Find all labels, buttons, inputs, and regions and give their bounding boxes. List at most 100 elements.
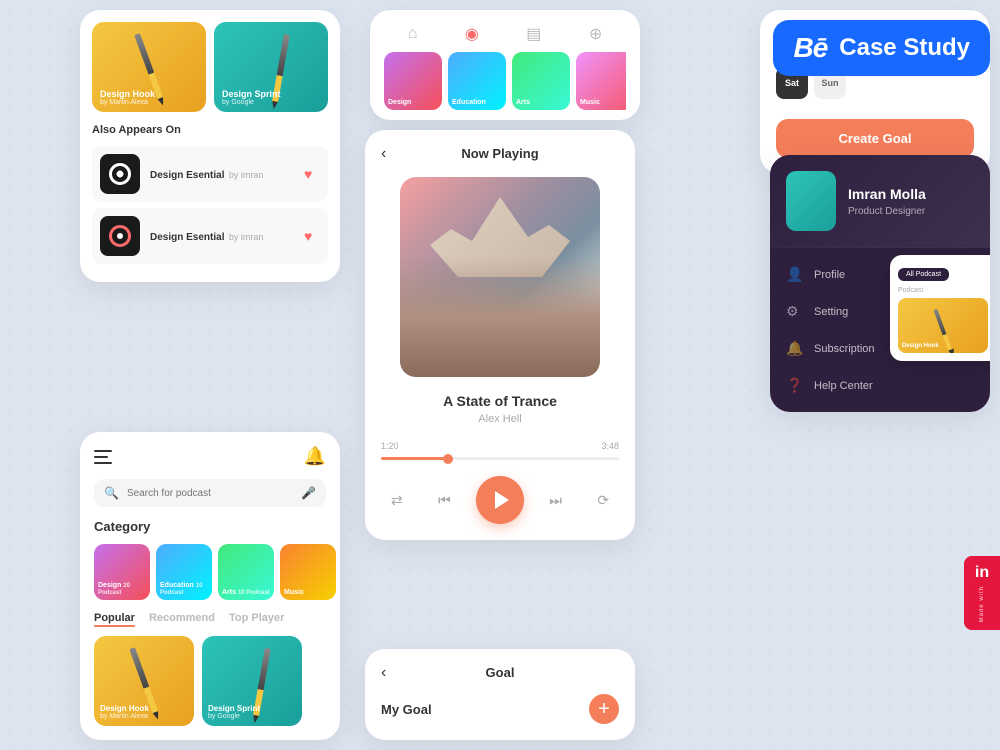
menu-label-help: Help Center — [814, 380, 873, 392]
cat-arts[interactable]: Arts — [512, 52, 570, 110]
help-icon: ❓ — [786, 377, 804, 394]
back-button[interactable]: ‹ — [381, 145, 386, 163]
settings-icon[interactable]: ⊕ — [589, 24, 602, 44]
featured-thumb-2[interactable]: Design Sprint by Google — [202, 636, 302, 726]
cat-education[interactable]: Education — [448, 52, 506, 110]
invision-text: Made with — [979, 586, 985, 622]
tab-top-player[interactable]: Top Player — [229, 612, 284, 624]
song-artist: Alex Hell — [381, 413, 619, 425]
create-goal-button[interactable]: Create Goal — [776, 119, 974, 158]
progress-bar[interactable] — [381, 457, 619, 460]
total-time: 3:48 — [601, 441, 619, 451]
profile-info: Imran Molla Product Designer — [848, 186, 926, 217]
podcast-header: 🔔 — [94, 446, 326, 467]
music-player-card: ‹ Now Playing A State of Trance Alex Hel… — [365, 130, 635, 540]
mic-icon[interactable]: 🎤 — [301, 486, 316, 500]
bell-icon[interactable]: 🔔 — [304, 446, 326, 467]
heart-icon[interactable]: ♥ — [304, 228, 320, 244]
mini-tag[interactable]: All Podcast — [898, 268, 949, 281]
pod-cat-music[interactable]: Music — [280, 544, 336, 600]
list-item[interactable]: Design Esential by imran ♥ — [92, 208, 328, 264]
progress-dot[interactable] — [443, 454, 453, 464]
category-nav: ⌂ ◉ ▤ ⊕ — [384, 20, 626, 52]
song-name: A State of Trance — [381, 393, 619, 409]
heart-icon[interactable]: ♥ — [304, 166, 320, 182]
featured-thumbnails: Design Hook by Martin Alexa Design Sprin… — [92, 22, 328, 112]
search-icon: 🔍 — [104, 486, 119, 500]
settings-icon: ⚙ — [786, 303, 804, 320]
mountain-base — [400, 257, 600, 377]
behance-badge: Bē Case Study — [773, 20, 990, 76]
subscription-icon: 🔔 — [786, 340, 804, 357]
add-goal-button[interactable]: + — [589, 694, 619, 724]
loop-button[interactable]: ⟳ — [587, 484, 619, 516]
menu-label-setting: Setting — [814, 306, 848, 318]
podcast-featured-thumbs: Design Hook by Martin Alexa Design Sprin… — [94, 636, 326, 726]
album-art — [400, 177, 600, 377]
my-goal-row: My Goal + — [381, 694, 619, 724]
mini-right-card: All Podcast Podcast Design Hook — [890, 255, 990, 361]
menu-label-subscription: Subscription — [814, 343, 875, 355]
profile-role: Product Designer — [848, 206, 926, 217]
progress-times: 1:20 3:48 — [381, 441, 619, 451]
profile-name: Imran Molla — [848, 186, 926, 202]
invision-badge: in Made with — [964, 556, 1000, 630]
search-input[interactable] — [127, 488, 293, 499]
next-button[interactable]: ⏭ — [540, 484, 572, 516]
mini-thumb[interactable]: Design Hook — [898, 298, 988, 353]
play-button[interactable] — [476, 476, 523, 524]
album-thumb-2 — [100, 216, 140, 256]
search-bar[interactable]: 🔍 🎤 — [94, 479, 326, 507]
design-hook-thumb[interactable]: Design Hook by Martin Alexa — [92, 22, 206, 112]
profile-card: Imran Molla Product Designer All Podcast… — [770, 155, 990, 412]
tab-recommend[interactable]: Recommend — [149, 612, 215, 624]
category-icon[interactable]: ◉ — [465, 24, 479, 44]
pod-cat-arts[interactable]: Arts 10 Podcast — [218, 544, 274, 600]
progress-area: 1:20 3:48 — [381, 441, 619, 460]
shuffle-button[interactable]: ⇄ — [381, 484, 413, 516]
mini-sub-label: Podcast — [898, 287, 990, 294]
progress-fill — [381, 457, 448, 460]
popular-tabs: Popular Recommend Top Player — [94, 612, 326, 624]
menu-item-help[interactable]: ❓ Help Center — [770, 367, 990, 404]
thumb1-label: Design Hook by Martin Alexa — [100, 89, 155, 106]
category-label: Category — [94, 519, 326, 534]
current-time: 1:20 — [381, 441, 399, 451]
profile-icon: 👤 — [786, 266, 804, 283]
thumb2-label: Design Sprint by Google — [222, 89, 281, 106]
album-info-1: Design Esential by imran — [150, 165, 294, 183]
inbox-icon[interactable]: ▤ — [526, 24, 541, 44]
podcast-card: 🔔 🔍 🎤 Category Design 20 Podcast Educati… — [80, 432, 340, 740]
pod-cat-education[interactable]: Education 10 Podcast — [156, 544, 212, 600]
category-thumbnails: Design Education Arts Music — [384, 52, 626, 110]
invision-icon: in — [975, 564, 989, 582]
goal-back-button[interactable]: ‹ — [381, 664, 386, 682]
pod-cat-design[interactable]: Design 20 Podcast — [94, 544, 150, 600]
top-left-card: Design Hook by Martin Alexa Design Sprin… — [80, 10, 340, 282]
also-appears-title: Also Appears On — [92, 124, 328, 136]
album-thumb-1 — [100, 154, 140, 194]
profile-header: Imran Molla Product Designer All Podcast… — [770, 155, 990, 248]
home-icon[interactable]: ⌂ — [408, 25, 418, 43]
album-info-2: Design Esential by imran — [150, 227, 294, 245]
hamburger-icon[interactable] — [94, 450, 112, 464]
behance-text: Case Study — [839, 34, 970, 62]
cat-music[interactable]: Music — [576, 52, 626, 110]
menu-label-profile: Profile — [814, 269, 845, 281]
goal-card: ‹ Goal My Goal + — [365, 649, 635, 740]
tab-popular[interactable]: Popular — [94, 612, 135, 624]
cat-design[interactable]: Design — [384, 52, 442, 110]
prev-button[interactable]: ⏮ — [429, 484, 461, 516]
player-controls: ⇄ ⏮ ⏭ ⟳ — [381, 476, 619, 524]
category-bar-card: ⌂ ◉ ▤ ⊕ Design Education Arts Music — [370, 10, 640, 120]
list-item[interactable]: Design Esential by imran ♥ — [92, 146, 328, 202]
my-goal-label: My Goal — [381, 702, 432, 717]
behance-logo-icon: Bē — [793, 32, 827, 64]
featured-thumb-1[interactable]: Design Hook by Martin Alexa — [94, 636, 194, 726]
now-playing-title: Now Playing — [461, 146, 538, 161]
goal-header: ‹ Goal — [381, 665, 619, 680]
song-info: A State of Trance Alex Hell — [381, 393, 619, 425]
goal-title: Goal — [486, 665, 515, 680]
design-sprint-thumb[interactable]: Design Sprint by Google — [214, 22, 328, 112]
mini-thumb-label: Design Hook — [902, 343, 939, 349]
